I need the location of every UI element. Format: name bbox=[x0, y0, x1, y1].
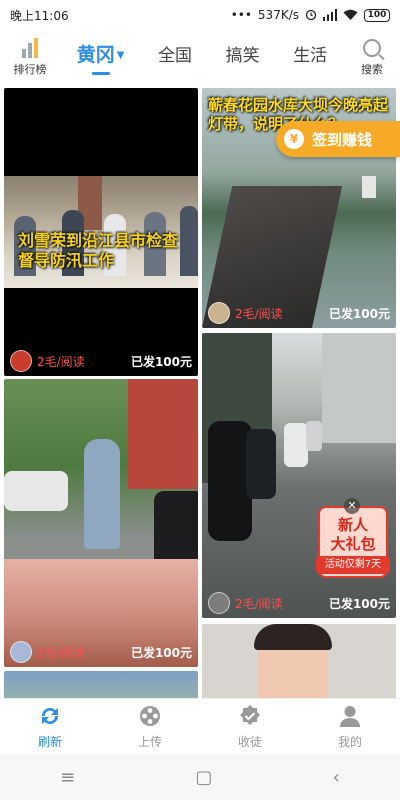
status-indicators: ••• 537K/s 100 bbox=[231, 8, 390, 22]
top-tab-bar: 排行榜 黄冈 ▼ 全国 搞笑 生活 搜索 bbox=[0, 30, 400, 85]
system-nav-bar: ≡ ▢ ‹ bbox=[0, 754, 400, 800]
tab-label: 搞笑 bbox=[225, 46, 260, 66]
check-in-label: 签到赚钱 bbox=[312, 130, 373, 149]
back-icon[interactable]: ‹ bbox=[333, 767, 340, 788]
nav-upload[interactable]: 上传 bbox=[100, 699, 200, 754]
paid-total: 已发100元 bbox=[130, 645, 192, 660]
tab-label: 黄冈 bbox=[76, 44, 115, 66]
video-thumbnail bbox=[4, 671, 198, 698]
tab-huanggang[interactable]: 黄冈 ▼ bbox=[77, 40, 125, 75]
reward-rate: 2毛/阅读 bbox=[37, 645, 85, 660]
user-icon bbox=[340, 706, 360, 727]
network-speed: 537K/s bbox=[257, 8, 299, 22]
video-thumbnail bbox=[4, 379, 198, 667]
nav-recruit[interactable]: 收徒 bbox=[200, 699, 300, 754]
gift-countdown: 活动仅剩7天 bbox=[316, 556, 390, 574]
gift-box-icon: 新人 大礼包 活动仅剩7天 bbox=[316, 506, 390, 578]
refresh-icon bbox=[42, 708, 58, 724]
author-avatar bbox=[10, 350, 32, 372]
search-label: 搜索 bbox=[361, 62, 383, 76]
nav-label: 上传 bbox=[137, 735, 162, 749]
tab-life[interactable]: 生活 bbox=[293, 41, 327, 74]
nav-label: 我的 bbox=[337, 735, 362, 749]
video-thumbnail bbox=[202, 624, 396, 698]
author-avatar bbox=[208, 592, 230, 614]
category-tabs: 黄冈 ▼ 全国 搞笑 生活 bbox=[60, 40, 344, 75]
video-card[interactable] bbox=[4, 671, 198, 698]
battery-icon: 100 bbox=[364, 8, 390, 22]
newcomer-gift-popup[interactable]: 新人 大礼包 活动仅剩7天 ✕ bbox=[316, 498, 392, 582]
coin-icon: ¥ bbox=[284, 129, 304, 149]
tab-label: 生活 bbox=[293, 46, 328, 66]
gift-title-line2: 大礼包 bbox=[330, 534, 376, 553]
nav-label: 收徒 bbox=[237, 735, 262, 749]
nav-refresh[interactable]: 刷新 bbox=[0, 699, 100, 754]
paid-total: 已发100元 bbox=[130, 354, 192, 369]
status-time: 晚上11:06 bbox=[10, 8, 69, 23]
bottom-nav: 刷新 上传 收徒 我的 bbox=[0, 698, 400, 754]
ranking-button[interactable]: 排行榜 bbox=[0, 38, 60, 77]
video-caption: 刘雪荣到沿江县市检查督导防汛工作 bbox=[18, 231, 179, 270]
gift-title-line1: 新人 bbox=[337, 516, 368, 534]
video-card[interactable]: 刘雪荣到沿江县市检查督导防汛工作 2毛/阅读 已发100元 bbox=[4, 88, 198, 376]
gift-title: 新人 大礼包 bbox=[320, 516, 386, 554]
video-card[interactable]: 2毛/阅读 已发100元 bbox=[4, 379, 198, 667]
search-button[interactable]: 搜索 bbox=[344, 38, 400, 77]
check-in-earn-button[interactable]: ¥ 签到赚钱 bbox=[276, 121, 400, 157]
app-screen: 晚上11:06 ••• 537K/s 100 排行榜 黄冈▼ 全国 搞笑 生活 bbox=[0, 0, 400, 800]
card-footer: 2毛/阅读 已发100元 bbox=[4, 346, 198, 376]
home-icon[interactable]: ▢ bbox=[195, 767, 212, 788]
tab-label: 全国 bbox=[158, 46, 193, 66]
video-card[interactable] bbox=[202, 624, 396, 698]
card-footer: 2毛/阅读 已发100元 bbox=[202, 588, 396, 618]
author-avatar bbox=[10, 641, 32, 663]
reward-rate: 2毛/阅读 bbox=[235, 306, 283, 321]
paid-total: 已发100元 bbox=[328, 596, 390, 611]
cell-signal-icon bbox=[323, 9, 337, 21]
film-reel-icon bbox=[140, 706, 160, 726]
alarm-icon bbox=[305, 9, 317, 21]
wifi-icon bbox=[343, 9, 358, 20]
tab-funny[interactable]: 搞笑 bbox=[226, 41, 260, 74]
paid-total: 已发100元 bbox=[328, 306, 390, 321]
status-bar: 晚上11:06 ••• 537K/s 100 bbox=[0, 0, 400, 30]
card-footer: 2毛/阅读 已发100元 bbox=[202, 298, 396, 328]
tab-national[interactable]: 全国 bbox=[158, 41, 192, 74]
dropdown-caret-icon: ▼ bbox=[116, 50, 125, 61]
ranking-label: 排行榜 bbox=[13, 63, 47, 76]
badge-check-icon bbox=[240, 705, 260, 725]
menu-icon[interactable]: ≡ bbox=[60, 767, 75, 788]
search-icon bbox=[363, 38, 381, 57]
nav-label: 刷新 bbox=[37, 735, 62, 749]
close-icon[interactable]: ✕ bbox=[344, 498, 360, 514]
nav-profile[interactable]: 我的 bbox=[300, 699, 400, 754]
reward-rate: 2毛/阅读 bbox=[235, 596, 283, 611]
reward-rate: 2毛/阅读 bbox=[37, 354, 85, 369]
card-footer: 2毛/阅读 已发100元 bbox=[4, 637, 198, 667]
author-avatar bbox=[208, 302, 230, 324]
signal-dots-icon: ••• bbox=[230, 8, 252, 22]
bar-chart-icon bbox=[22, 38, 38, 58]
video-feed: 刘雪荣到沿江县市检查督导防汛工作 2毛/阅读 已发100元 蕲春花园水库大坝今晚… bbox=[0, 86, 400, 698]
